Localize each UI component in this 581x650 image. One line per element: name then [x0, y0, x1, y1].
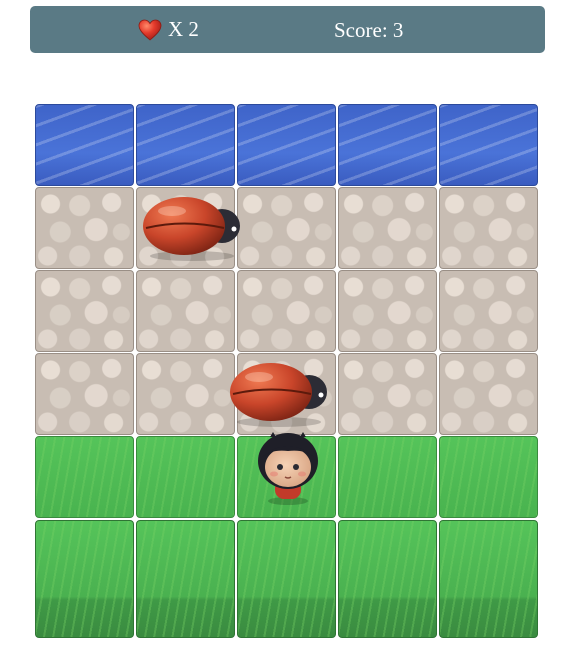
board-row-water	[35, 104, 540, 186]
water-tile	[439, 104, 538, 186]
stone-tile	[439, 270, 538, 352]
stone-tile	[35, 187, 134, 269]
stone-tile	[237, 187, 336, 269]
stone-tile	[338, 270, 437, 352]
heart-icon	[138, 19, 162, 41]
board-row-grass	[35, 520, 540, 638]
stone-tile	[439, 187, 538, 269]
stone-tile	[136, 353, 235, 435]
boy-player	[252, 427, 324, 514]
board-row-stone	[35, 270, 540, 352]
water-tile	[136, 104, 235, 186]
hud-bar: X 2 Score: 3	[30, 6, 545, 53]
stone-tile	[338, 187, 437, 269]
water-tile	[35, 104, 134, 186]
ladybug-enemy	[229, 359, 331, 434]
grass-tile	[35, 520, 134, 638]
stone-tile	[439, 353, 538, 435]
grass-tile	[338, 436, 437, 518]
grass-tile	[439, 436, 538, 518]
ladybug-enemy	[142, 193, 244, 268]
grass-tile	[439, 520, 538, 638]
water-tile	[237, 104, 336, 186]
stone-tile	[35, 353, 134, 435]
grass-tile	[136, 436, 235, 518]
lives-label: X 2	[168, 17, 199, 41]
stone-tile	[338, 353, 437, 435]
lives-counter: X 2	[138, 17, 199, 42]
water-tile	[338, 104, 437, 186]
grass-tile	[237, 520, 336, 638]
stone-tile	[237, 270, 336, 352]
stone-tile	[136, 270, 235, 352]
stone-tile	[35, 270, 134, 352]
grass-tile	[136, 520, 235, 638]
board-row-stone	[35, 187, 540, 269]
score-label: Score: 3	[334, 18, 404, 42]
grass-tile	[35, 436, 134, 518]
grass-tile	[338, 520, 437, 638]
